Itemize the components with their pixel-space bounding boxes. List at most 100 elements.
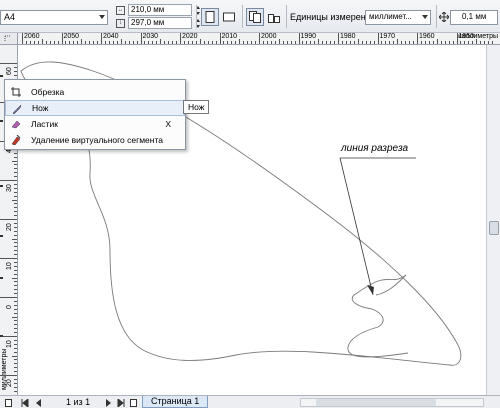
eraser-icon [11,120,21,129]
ruler-tick [255,41,257,44]
ruler-tick [14,203,17,205]
landscape-button[interactable] [220,8,238,26]
ruler-tick [14,347,17,349]
page-height-row: ↕ 297,0 мм [116,17,201,29]
ruler-tick [341,41,343,44]
ruler-tick [484,41,486,44]
ruler-tick [302,41,304,44]
ruler-tick [440,41,442,44]
ruler-tick [14,156,17,158]
last-page-button[interactable] [116,398,125,407]
page-tab[interactable]: Страница 1 [142,396,209,408]
ruler-tick [14,328,17,330]
ruler-tick [235,41,237,44]
ruler-tick [128,41,130,44]
ruler-tick [14,265,17,267]
ruler-tick [29,41,31,44]
ruler-tick [251,41,253,44]
ruler-tick [203,41,205,44]
ruler-tick [14,222,17,224]
ruler-tick [41,39,43,44]
page-height-field[interactable]: 297,0 мм [128,17,192,29]
ruler-tick [365,41,367,44]
ruler-tick [12,277,17,279]
ruler-label: 20 [6,223,13,231]
ruler-tick [14,254,17,256]
next-page-button[interactable] [104,398,113,407]
menu-item-knife[interactable]: Нож [5,100,185,116]
ruler-tick [89,41,91,44]
menu-item-virtual-segment-delete[interactable]: Удаление виртуального сегмента [5,132,185,148]
ruler-tick [14,378,17,380]
add-page-before-button[interactable] [4,398,13,407]
virtual-segment-delete-icon [11,135,21,145]
nudge-field[interactable]: 0,1 мм [450,10,498,25]
ruler-label: 2040 [103,33,119,40]
ruler-tick [369,41,371,44]
ruler-tick [334,41,336,44]
ruler-tick [436,39,438,44]
ruler-tick [211,41,213,44]
ruler-tick [14,390,17,392]
page-size-select[interactable]: A4 [0,10,108,25]
ruler-tick [14,250,17,252]
first-page-icon [21,398,28,407]
ruler-tick [452,41,454,44]
horizontal-scrollbar[interactable] [300,398,484,407]
ruler-tick [168,41,170,44]
ruler-tick [136,41,138,44]
ruler-tick [373,41,375,44]
menu-item-crop[interactable]: Обрезка [5,84,185,100]
ruler-tick [219,33,221,44]
ruler-tick [424,41,426,44]
page-width-field[interactable]: 210,0 мм [128,4,192,16]
ruler-origin[interactable] [0,33,18,45]
ruler-tick [14,74,17,76]
ruler-tick [286,41,288,44]
menu-item-eraser[interactable]: Ластик X [5,116,185,132]
ruler-label: 1960 [419,33,435,40]
ruler-tick [385,41,387,44]
ruler-tick [37,41,39,44]
first-page-button[interactable] [20,398,29,407]
add-page-after-button[interactable] [129,398,138,407]
all-pages-button[interactable] [246,8,264,26]
ruler-tick [183,41,185,44]
annotation-arrow [339,157,374,296]
ruler-tick [14,332,17,334]
ruler-tick [14,339,17,341]
ruler-tick [389,41,391,44]
ruler-tick [282,41,284,44]
ruler-tick [152,41,154,44]
portrait-button[interactable] [201,8,219,26]
ruler-tick [14,273,17,275]
horizontal-scroll-thumb[interactable] [316,399,436,406]
vertical-scrollbar[interactable] [486,45,500,395]
ruler-tick [207,41,209,44]
ruler-tick [361,41,363,44]
ruler-tick [262,41,264,44]
ruler-tick [306,41,308,44]
ruler-tick [243,41,245,44]
ruler-tick [318,39,320,44]
add-page-icon [129,398,137,407]
previous-page-button[interactable] [33,398,42,407]
page-navigation-bar: 1 из 1 Страница 1 [0,395,500,408]
vertical-scroll-thumb[interactable] [489,221,499,235]
ruler-tick [116,41,118,44]
ruler-tick [349,41,351,44]
height-icon: ↕ [116,18,125,28]
ruler-tick [112,41,114,44]
units-select[interactable]: миллимет... [365,10,431,25]
ruler-tick [448,41,450,44]
horizontal-ruler[interactable]: миллиметры 2060 2050 2040 2030 2020 2010 2000 1… [18,33,500,45]
ruler-tick [164,41,166,44]
current-page-button[interactable] [265,8,283,26]
ruler-tick [270,41,272,44]
ruler-tick [14,226,17,228]
ruler-tick [488,41,490,44]
ruler-tick [14,308,17,310]
next-page-icon [105,398,111,407]
ruler-label: 2060 [24,33,40,40]
ruler-tick [377,33,379,44]
